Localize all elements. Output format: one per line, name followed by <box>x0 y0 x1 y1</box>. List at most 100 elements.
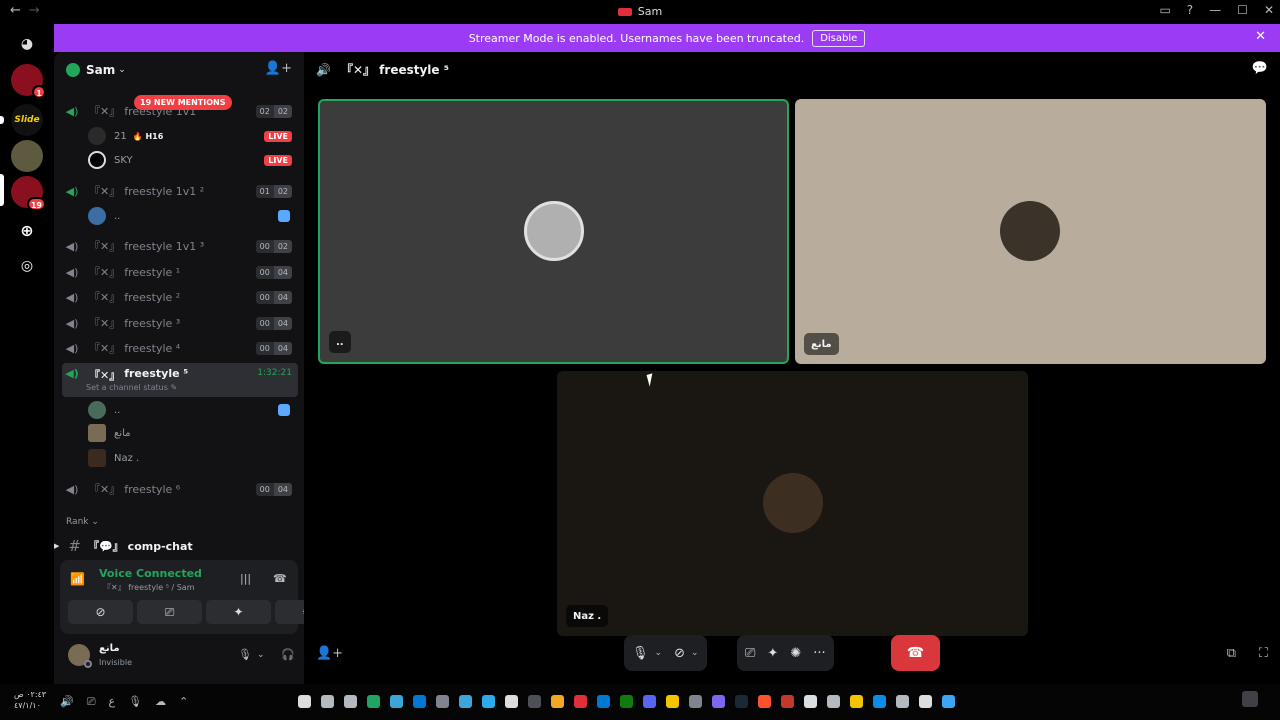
server-icon-slide[interactable]: Slide <box>11 104 43 136</box>
app-icon[interactable] <box>574 695 587 708</box>
activity-icon[interactable]: ✦ <box>767 646 778 661</box>
app-icon[interactable] <box>735 695 748 708</box>
app-icon[interactable] <box>367 695 380 708</box>
voice-channel[interactable]: ◀) 『✕』 freestyle ⁴ 00 04 <box>62 337 298 359</box>
app-icon[interactable] <box>344 695 357 708</box>
close-window-icon[interactable]: ✕ <box>1264 3 1274 17</box>
voice-connected-subtitle[interactable]: 『✕』 freestyle ⁵ / Sam <box>103 582 195 593</box>
voice-member[interactable]: .. <box>88 399 298 421</box>
windows-start-icon[interactable] <box>942 695 955 708</box>
app-icon[interactable] <box>551 695 564 708</box>
chat-icon[interactable]: 💬 <box>1252 61 1268 76</box>
volume-icon[interactable]: 🔊 <box>60 695 74 709</box>
app-icon[interactable] <box>620 695 633 708</box>
app-icon[interactable] <box>528 695 541 708</box>
server-header[interactable]: Sam ⌄ 👤+ <box>54 52 304 88</box>
app-icon[interactable] <box>827 695 840 708</box>
app-icon[interactable] <box>390 695 403 708</box>
headset-icon[interactable]: 🎧 <box>281 648 295 661</box>
voice-channel-selected[interactable]: ◀) 『✕』 freestyle ⁵ 1:32:21 Set a channel… <box>62 363 298 397</box>
app-icon[interactable] <box>781 695 794 708</box>
server-icon-active[interactable]: 19 <box>11 176 46 211</box>
mic-icon[interactable]: 🎙 <box>238 648 252 661</box>
text-channel[interactable]: ▶ # 『💬』 comp-chat <box>54 536 304 556</box>
invite-icon[interactable]: 👤+ <box>265 61 292 76</box>
app-icon[interactable] <box>321 695 334 708</box>
app-icon[interactable] <box>758 695 771 708</box>
voice-connected-title[interactable]: Voice Connected <box>99 567 202 580</box>
app-icon[interactable] <box>873 695 886 708</box>
participant-tile[interactable]: Naz . <box>557 371 1028 636</box>
display-icon[interactable]: ⎚ <box>87 695 96 709</box>
voice-member[interactable]: مانع <box>88 422 298 444</box>
voice-member[interactable]: Naz . <box>88 447 298 469</box>
noise-suppression-icon[interactable]: ||| <box>240 572 251 585</box>
app-icon[interactable] <box>436 695 449 708</box>
category-rank[interactable]: Rank ⌄ <box>66 517 99 527</box>
chevron-down-icon[interactable]: ⌄ <box>257 650 265 660</box>
server-icon-1[interactable]: 1 <box>11 64 46 99</box>
channel-status[interactable]: Set a channel status ✎ <box>86 383 177 392</box>
voice-channel[interactable]: ◀) 『✕』 freestyle 1v1 ³ 00 02 <box>62 235 298 257</box>
language-icon[interactable]: ع <box>109 695 116 709</box>
voice-member[interactable]: .. <box>88 205 298 227</box>
voice-member[interactable]: SKY LIVE <box>88 149 298 171</box>
app-icon[interactable] <box>482 695 495 708</box>
more-options-icon[interactable]: ··· <box>813 646 825 661</box>
add-server-icon[interactable]: ⊕ <box>11 214 43 246</box>
voice-channel[interactable]: ◀) 『✕』 freestyle ² 00 04 <box>62 286 298 308</box>
fullscreen-icon[interactable]: ⛶ <box>1259 646 1268 661</box>
help-icon[interactable]: ? <box>1187 3 1193 17</box>
voice-channel[interactable]: ◀) 『✕』 freestyle 1v1 ² 01 02 <box>62 180 298 202</box>
username[interactable]: مانع <box>99 643 120 654</box>
server-icon-3[interactable] <box>11 140 43 172</box>
app-icon[interactable] <box>896 695 909 708</box>
disconnect-icon[interactable]: ☎ <box>273 572 287 585</box>
voice-channel[interactable]: ◀) 『✕』 freestyle ⁶ 00 04 <box>62 478 298 500</box>
popout-icon[interactable]: ⧉ <box>1227 646 1236 661</box>
disable-button[interactable]: Disable <box>812 29 866 47</box>
chevron-down-icon[interactable]: ⌄ <box>655 648 663 658</box>
cloud-icon[interactable]: ☁ <box>155 695 166 709</box>
add-user-icon[interactable]: 👤+ <box>316 646 343 661</box>
app-icon[interactable] <box>689 695 702 708</box>
microphone-icon[interactable]: 🎙 <box>632 646 649 661</box>
voice-channel[interactable]: ◀) 『✕』 freestyle ¹ 00 04 <box>62 261 298 283</box>
participant-tile[interactable]: .. <box>318 99 789 364</box>
inbox-icon[interactable]: ▭ <box>1159 3 1170 17</box>
app-icon[interactable] <box>919 695 932 708</box>
app-icon[interactable] <box>459 695 472 708</box>
notification-icon[interactable] <box>1242 691 1258 707</box>
home-discord-icon[interactable]: ◕ <box>11 28 43 60</box>
tray-expand-icon[interactable]: ⌃ <box>179 695 188 709</box>
taskbar-clock[interactable]: ٠٢:٤٣ ص ٤٧/١/١٠ <box>14 689 46 711</box>
activity-button[interactable]: ✦ <box>206 600 271 624</box>
participant-tile[interactable]: مانع <box>795 99 1266 364</box>
voice-channel[interactable]: ◀) 『✕』 freestyle ³ 00 04 <box>62 312 298 334</box>
soundboard-icon[interactable]: ✺ <box>790 646 801 661</box>
app-icon[interactable] <box>643 695 656 708</box>
explore-icon[interactable]: ◎ <box>11 250 43 282</box>
end-call-button[interactable]: ☎ <box>891 635 940 671</box>
app-icon[interactable] <box>505 695 518 708</box>
app-icon[interactable] <box>413 695 426 708</box>
channel-prefix: 『💬』 <box>87 540 124 553</box>
new-mentions-pill[interactable]: 19 NEW MENTIONS <box>134 95 232 110</box>
voice-member[interactable]: 21 🔥 H16 LIVE <box>88 125 298 147</box>
close-banner-icon[interactable]: ✕ <box>1255 29 1266 44</box>
tray-mic-icon[interactable]: 🎙 <box>128 695 142 709</box>
camera-button[interactable]: ⊘ <box>68 600 133 624</box>
screen-share-button[interactable]: ⎚ <box>137 600 202 624</box>
app-icon[interactable] <box>850 695 863 708</box>
app-icon[interactable] <box>712 695 725 708</box>
signal-icon[interactable]: 📶 <box>70 572 85 586</box>
chevron-down-icon[interactable]: ⌄ <box>691 648 699 658</box>
camera-off-icon[interactable]: ⊘ <box>674 646 685 661</box>
minimize-icon[interactable]: — <box>1209 3 1221 17</box>
app-icon[interactable] <box>597 695 610 708</box>
app-icon[interactable] <box>298 695 311 708</box>
screen-share-icon[interactable]: ⎚ <box>745 646 755 661</box>
app-icon[interactable] <box>666 695 679 708</box>
maximize-icon[interactable]: ☐ <box>1237 3 1248 17</box>
app-icon[interactable] <box>804 695 817 708</box>
